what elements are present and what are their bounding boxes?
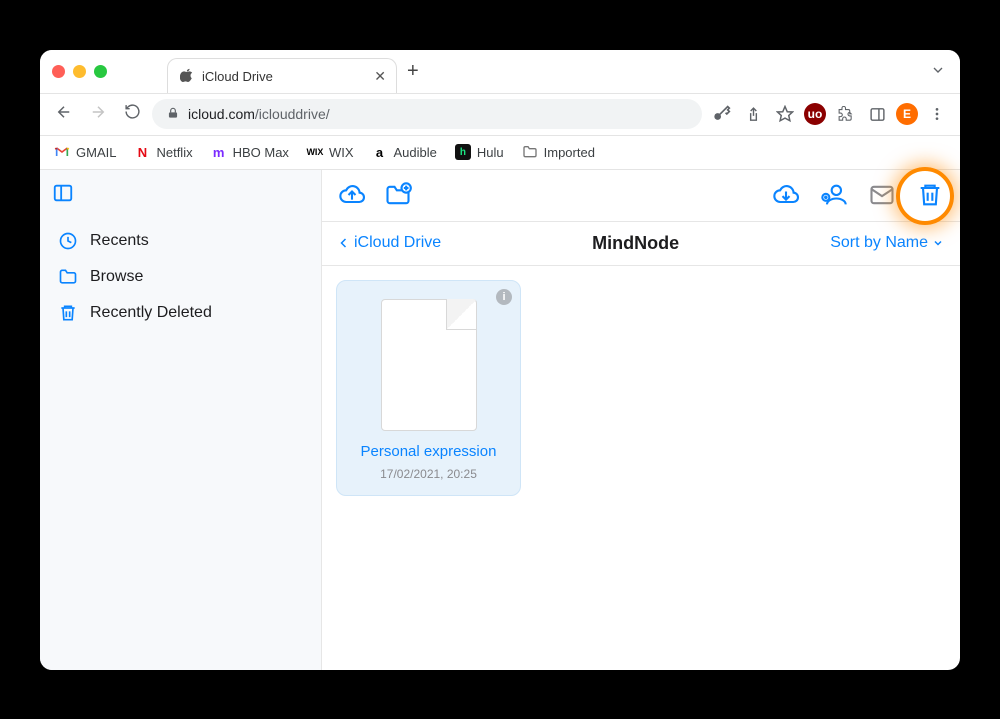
file-item[interactable]: i Personal expression 17/02/2021, 20:25 (336, 280, 521, 497)
lock-icon (166, 106, 180, 123)
sidepanel-icon[interactable] (864, 101, 890, 127)
new-folder-button[interactable] (382, 179, 414, 211)
reload-button[interactable] (118, 103, 146, 125)
forward-button[interactable] (84, 103, 112, 126)
breadcrumb-bar: iCloud Drive MindNode Sort by Name (322, 222, 960, 266)
bookmark-wix[interactable]: WIXWIX (307, 144, 354, 160)
browser-window: iCloud Drive ✕ + icloud.com/iclouddrive/ (40, 50, 960, 670)
bookmark-imported-folder[interactable]: Imported (522, 144, 595, 160)
file-date: 17/02/2021, 20:25 (347, 467, 510, 481)
titlebar: iCloud Drive ✕ + (40, 50, 960, 94)
folder-icon (58, 267, 78, 287)
hbo-icon: m (211, 144, 227, 160)
chevron-down-icon (932, 237, 944, 249)
traffic-lights (52, 65, 107, 78)
new-folder-icon (384, 181, 412, 209)
gmail-icon (54, 144, 70, 160)
audible-icon: a (372, 144, 388, 160)
folder-title: MindNode (441, 233, 830, 254)
address-bar[interactable]: icloud.com/iclouddrive/ (152, 99, 702, 129)
bookmark-gmail[interactable]: GMAIL (54, 144, 116, 160)
cloud-upload-icon (338, 181, 366, 209)
share-people-button[interactable] (818, 179, 850, 211)
folder-icon (522, 144, 538, 160)
kebab-menu-icon[interactable] (924, 101, 950, 127)
new-tab-button[interactable]: + (407, 60, 419, 83)
download-button[interactable] (770, 179, 802, 211)
trash-icon (916, 181, 944, 209)
netflix-icon: N (134, 144, 150, 160)
file-toolbar (322, 170, 960, 222)
url-host: icloud.com/iclouddrive/ (188, 106, 330, 122)
profile-avatar[interactable]: E (896, 103, 918, 125)
sidebar: Recents Browse Recently Deleted (40, 170, 322, 670)
wix-icon: WIX (307, 144, 323, 160)
sidebar-toggle-button[interactable] (52, 182, 313, 209)
delete-button[interactable] (914, 179, 946, 211)
sidebar-item-label: Browse (90, 268, 143, 286)
browser-tab[interactable]: iCloud Drive ✕ (167, 58, 397, 93)
share-icon[interactable] (740, 101, 766, 127)
clock-icon (58, 231, 78, 251)
file-grid: i Personal expression 17/02/2021, 20:25 (322, 266, 960, 511)
bookmark-hbo[interactable]: mHBO Max (211, 144, 289, 160)
sort-button[interactable]: Sort by Name (830, 234, 944, 252)
window-minimize-button[interactable] (73, 65, 86, 78)
back-button[interactable] (50, 103, 78, 126)
apple-logo-icon (180, 68, 194, 85)
file-name: Personal expression (347, 443, 510, 462)
toolbar: icloud.com/iclouddrive/ uo E (40, 94, 960, 136)
sidebar-item-recently-deleted[interactable]: Recently Deleted (48, 295, 313, 331)
sidebar-item-label: Recents (90, 232, 149, 250)
sidebar-item-recents[interactable]: Recents (48, 223, 313, 259)
tab-list-chevron-icon[interactable] (930, 62, 946, 81)
key-icon[interactable] (708, 101, 734, 127)
sidebar-item-label: Recently Deleted (90, 304, 212, 322)
icloud-drive-app: Recents Browse Recently Deleted (40, 170, 960, 670)
bookmark-star-icon[interactable] (772, 101, 798, 127)
mail-icon (868, 181, 896, 209)
add-people-icon (820, 181, 848, 209)
bookmark-netflix[interactable]: NNetflix (134, 144, 192, 160)
sidebar-item-browse[interactable]: Browse (48, 259, 313, 295)
tab-title: iCloud Drive (202, 69, 366, 84)
bookmark-hulu[interactable]: hHulu (455, 144, 504, 160)
breadcrumb-back-button[interactable]: iCloud Drive (338, 234, 441, 252)
content-area: iCloud Drive MindNode Sort by Name i Per… (322, 170, 960, 670)
ublock-extension-icon[interactable]: uo (804, 103, 826, 125)
hulu-icon: h (455, 144, 471, 160)
email-button[interactable] (866, 179, 898, 211)
window-close-button[interactable] (52, 65, 65, 78)
window-maximize-button[interactable] (94, 65, 107, 78)
tab-close-button[interactable]: ✕ (374, 68, 386, 85)
info-icon[interactable]: i (496, 289, 512, 305)
document-icon (381, 299, 477, 431)
cloud-download-icon (772, 181, 800, 209)
extensions-icon[interactable] (832, 101, 858, 127)
chevron-left-icon (338, 237, 350, 249)
trash-icon (58, 303, 78, 323)
bookmarks-bar: GMAIL NNetflix mHBO Max WIXWIX aAudible … (40, 136, 960, 170)
upload-button[interactable] (336, 179, 368, 211)
bookmark-audible[interactable]: aAudible (372, 144, 437, 160)
